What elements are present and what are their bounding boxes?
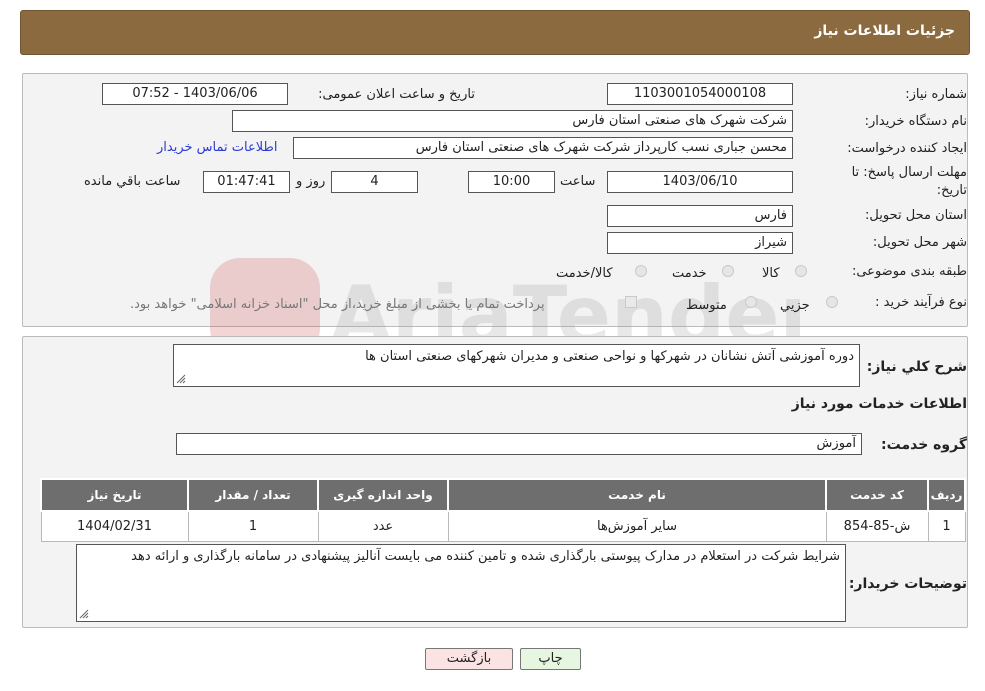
page-title: جزئیات اطلاعات نیاز	[814, 23, 955, 39]
buyer-label: نام دستگاه خریدار:	[864, 114, 967, 129]
notes-resize-handle-icon[interactable]	[79, 609, 89, 619]
creator-field: محسن جباری نسب کارپرداز شرکت شهرک های صن…	[293, 137, 793, 159]
col-header-service-code: کد خدمت	[825, 478, 929, 512]
service-group-field: آموزش	[176, 433, 862, 455]
summary-textarea[interactable]: دوره آموزشی آتش نشانان در شهرکها و نواحی…	[173, 344, 860, 387]
table-row: 1 ش-85-854 سایر آموزش‌ها عدد 1 1404/02/3…	[40, 510, 966, 542]
need-number-label: شماره نیاز:	[905, 87, 967, 102]
services-title: اطلاعات خدمات مورد نياز	[791, 396, 967, 412]
summary-label: شرح کلي نياز:	[866, 359, 967, 375]
deadline-label: مهلت ارسال پاسخ: تا	[851, 165, 967, 180]
deadline-date-field: 1403/06/10	[607, 171, 793, 193]
remaining-label: ساعت باقي مانده	[84, 174, 181, 189]
process-medium-radio[interactable]	[745, 296, 757, 308]
process-medium-label: متوسط	[686, 298, 727, 313]
service-group-label: گروه خدمت:	[881, 437, 967, 453]
category-service-label: خدمت	[672, 266, 707, 281]
days-field: 4	[331, 171, 418, 193]
category-goods-service-radio[interactable]	[635, 265, 647, 277]
treasury-payment-note: پرداخت تمام یا بخشی از مبلغ خرید،از محل …	[130, 297, 545, 312]
category-label: طبقه بندی موضوعی:	[851, 264, 967, 279]
back-button[interactable]: بازگشت	[425, 648, 513, 670]
summary-resize-handle-icon[interactable]	[176, 374, 186, 384]
city-field: شیراز	[607, 232, 793, 254]
buyer-field: شرکت شهرک های صنعتی استان فارس	[232, 110, 793, 132]
deadline-time-label: ساعت	[560, 174, 596, 189]
category-goods-service-label: کالا/خدمت	[556, 266, 613, 281]
process-minor-radio[interactable]	[826, 296, 838, 308]
category-goods-radio[interactable]	[795, 265, 807, 277]
col-header-unit: واحد اندازه گیری	[317, 478, 449, 512]
days-label: روز و	[296, 174, 326, 189]
category-goods-label: کالا	[762, 266, 780, 281]
category-service-radio[interactable]	[722, 265, 734, 277]
deadline-label-date: تاریخ:	[936, 183, 967, 198]
buyer-notes-textarea[interactable]: شرایط شرکت در استعلام در مدارک پیوستی با…	[76, 544, 846, 622]
cell-quantity: 1	[187, 510, 319, 542]
cell-row-number: 1	[927, 510, 966, 542]
page-header: جزئیات اطلاعات نیاز	[20, 10, 970, 55]
cell-unit: عدد	[317, 510, 449, 542]
announce-date-field: 1403/06/06 - 07:52	[102, 83, 288, 105]
need-number-field: 1103001054000108	[607, 83, 793, 105]
col-header-service-name: نام خدمت	[447, 478, 827, 512]
col-header-quantity: تعداد / مقدار	[187, 478, 319, 512]
deadline-time-field: 10:00	[468, 171, 555, 193]
services-table: ردیف کد خدمت نام خدمت واحد اندازه گیری ت…	[40, 478, 966, 542]
col-header-row-number: ردیف	[927, 478, 966, 512]
cell-service-code: ش-85-854	[825, 510, 929, 542]
buyer-contact-link[interactable]: اطلاعات تماس خریدار	[157, 140, 277, 155]
table-header-row: ردیف کد خدمت نام خدمت واحد اندازه گیری ت…	[40, 478, 966, 512]
cell-need-date: 1404/02/31	[40, 510, 189, 542]
print-button[interactable]: چاپ	[520, 648, 581, 670]
services-table-wrapper: ردیف کد خدمت نام خدمت واحد اندازه گیری ت…	[40, 478, 966, 542]
province-label: استان محل تحویل:	[865, 208, 967, 223]
buyer-notes-label: توضیحات خریدار:	[848, 576, 967, 592]
announce-date-label: تاریخ و ساعت اعلان عمومی:	[318, 87, 475, 102]
province-field: فارس	[607, 205, 793, 227]
remaining-time-field: 01:47:41	[203, 171, 290, 193]
treasury-payment-checkbox[interactable]	[625, 296, 637, 308]
col-header-need-date: تاریخ نیاز	[40, 478, 189, 512]
creator-label: ایجاد کننده درخواست:	[847, 141, 967, 156]
city-label: شهر محل تحویل:	[872, 235, 967, 250]
process-label: نوع فرآیند خرید :	[875, 295, 967, 310]
cell-service-name: سایر آموزش‌ها	[447, 510, 827, 542]
process-minor-label: جزیي	[780, 298, 810, 313]
